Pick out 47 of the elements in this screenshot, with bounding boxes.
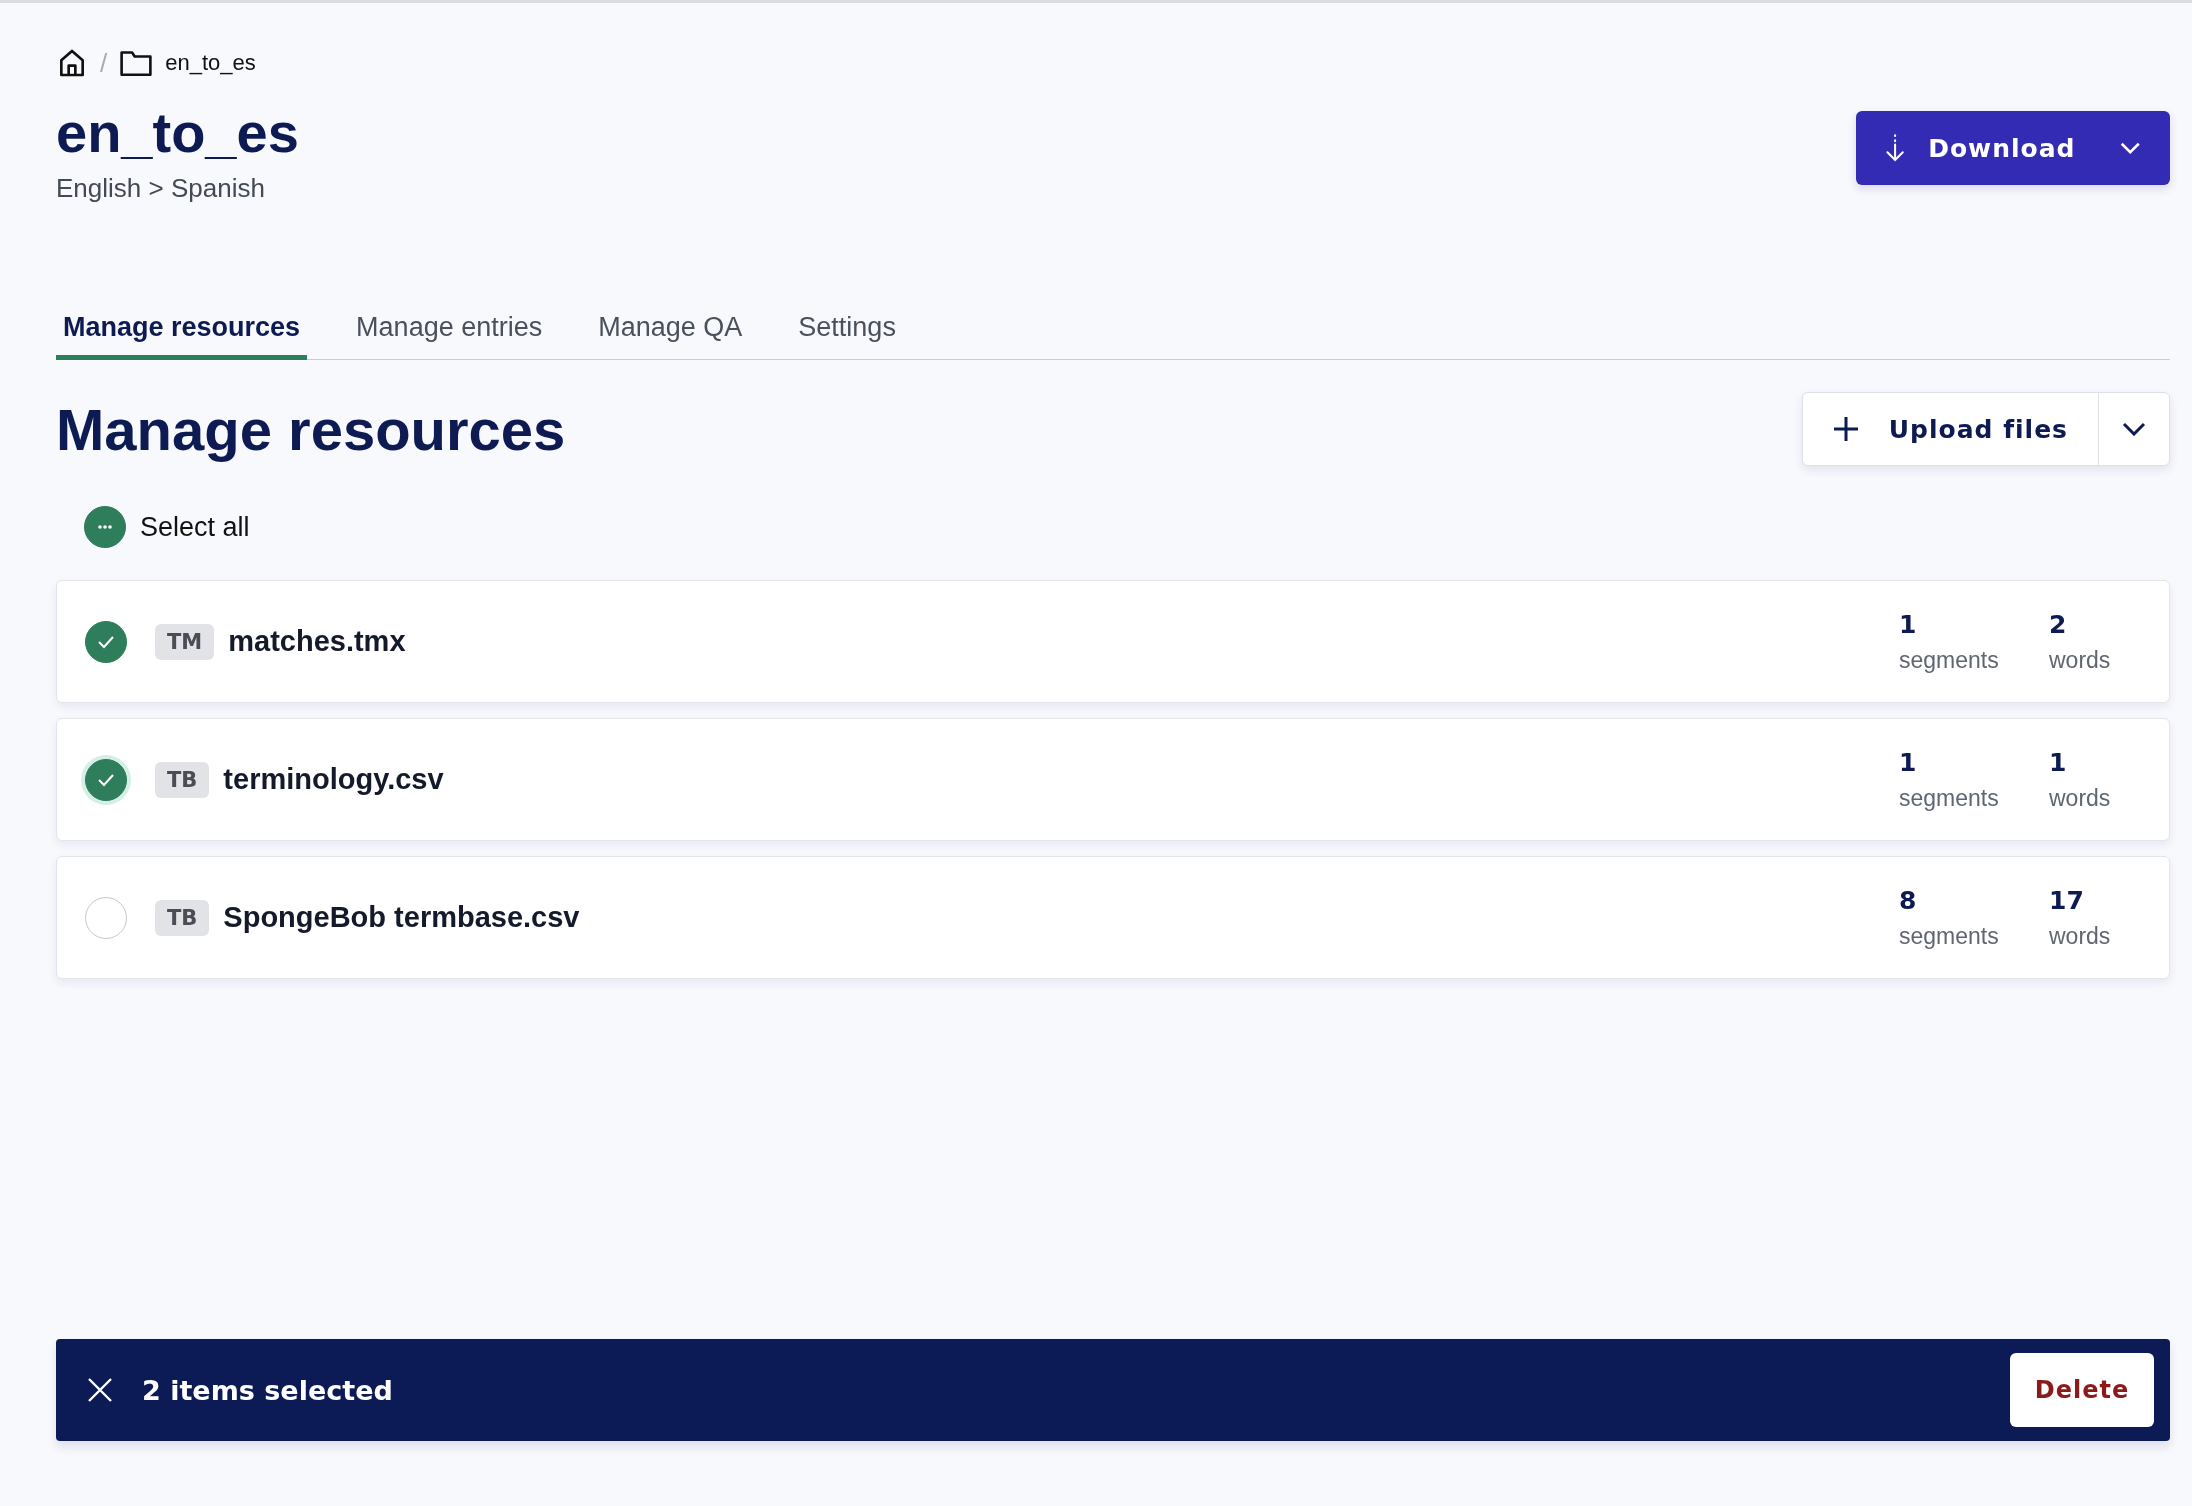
word-count: 17 (2049, 885, 2085, 915)
resource-card[interactable]: TM matches.tmx 1 segments 2 words (56, 580, 2170, 703)
download-button[interactable]: Download (1856, 111, 2170, 185)
resource-card[interactable]: TB terminology.csv 1 segments 1 words (56, 718, 2170, 841)
resource-type-tag: TM (155, 623, 215, 660)
language-pair: English > Spanish (56, 173, 266, 204)
words-label: words (2049, 922, 2112, 950)
section-title: Manage resources (56, 395, 566, 463)
checkmark-icon (97, 634, 115, 649)
checkmark-icon (97, 772, 115, 787)
selection-count: 2 items selected (142, 1374, 394, 1406)
resource-type-tag: TB (155, 761, 210, 798)
select-all-checkbox[interactable] (84, 506, 126, 548)
words-label: words (2049, 646, 2112, 674)
select-all-label[interactable]: Select all (140, 511, 250, 543)
resource-card[interactable]: TB SpongeBob termbase.csv 8 segments 17 words (56, 856, 2170, 979)
segment-count: 8 (1899, 885, 1918, 915)
file-name: matches.tmx (228, 625, 407, 658)
chevron-down-icon (2122, 422, 2146, 436)
segments-label: segments (1899, 646, 2000, 674)
resource-type-tag: TB (155, 899, 210, 936)
page-title: en_to_es (56, 100, 299, 166)
delete-button[interactable]: Delete (2010, 1353, 2154, 1427)
resource-checkbox[interactable] (85, 620, 127, 663)
segments-label: segments (1899, 784, 2000, 812)
breadcrumb-separator: / (100, 47, 108, 79)
resource-checkbox[interactable] (85, 758, 127, 801)
word-count: 2 (2049, 609, 2068, 639)
file-name: SpongeBob termbase.csv (223, 901, 581, 934)
word-count: 1 (2049, 747, 2068, 777)
segment-count: 1 (1899, 609, 1918, 639)
segment-count: 1 (1899, 747, 1918, 777)
words-label: words (2049, 784, 2112, 812)
folder-icon (119, 48, 154, 78)
close-icon[interactable] (86, 1376, 114, 1404)
upload-files-button[interactable]: Upload files (1802, 393, 2099, 465)
file-name: terminology.csv (223, 763, 445, 796)
tab[interactable]: Manage QA (591, 304, 750, 360)
tab[interactable]: Settings (791, 304, 903, 360)
segments-label: segments (1899, 922, 2000, 950)
chevron-down-icon[interactable] (2119, 141, 2140, 155)
plus-icon (1832, 416, 1859, 442)
breadcrumb-link[interactable]: en_to_es (165, 50, 256, 76)
tab[interactable]: Manage entries (349, 304, 550, 360)
resource-checkbox[interactable] (85, 896, 127, 939)
ellipsis-icon (97, 525, 113, 529)
tab[interactable]: Manage resources (56, 304, 308, 360)
